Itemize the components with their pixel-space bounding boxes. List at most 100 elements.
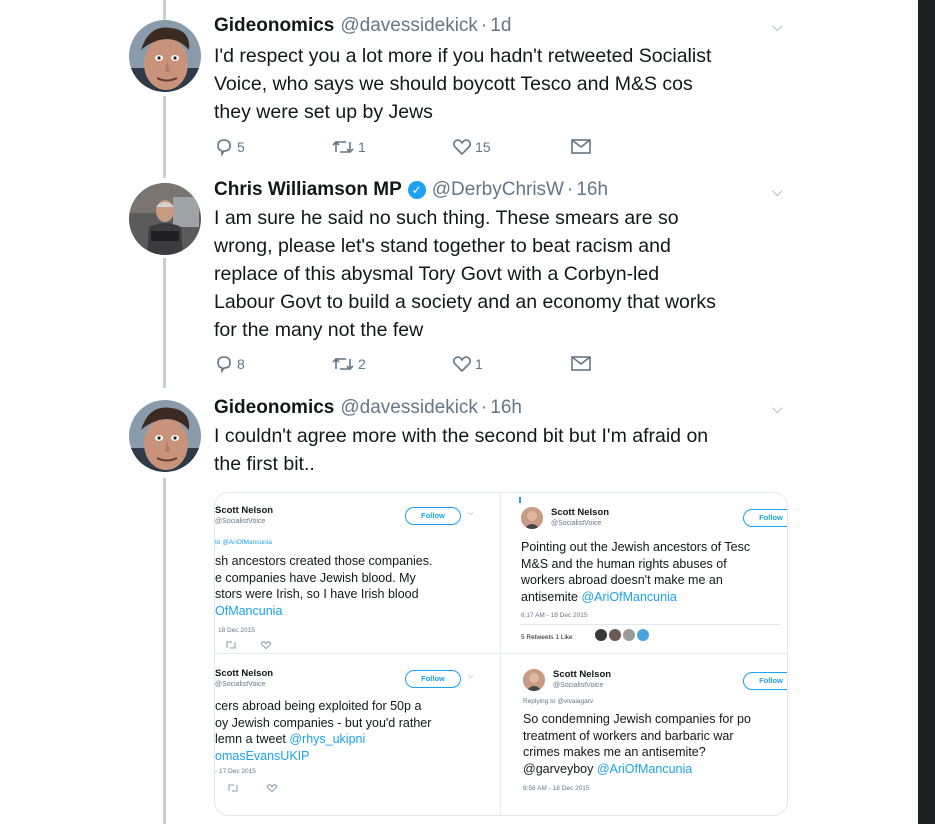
retweet-count: 1 [358, 139, 366, 155]
screenshot-top-right: Scott Nelson @SocialistVoice Follow Poin… [501, 493, 787, 654]
embedded-avatar [521, 507, 543, 529]
envelope-icon [571, 356, 591, 371]
screenshot-top-left: Scott Nelson @SocialistVoice Follow ⌵ to… [215, 493, 501, 654]
heart-icon [266, 784, 277, 793]
tweet-3-header: Gideonomics @davessidekick · 16h [214, 397, 522, 419]
avatar-chris-williamson[interactable] [129, 183, 201, 255]
embedded-actions [227, 784, 277, 794]
collage-divider-vertical [500, 493, 501, 815]
timestamp[interactable]: 16h [576, 179, 608, 200]
tweet-1-text: I'd respect you a lot more if you hadn't… [214, 42, 794, 126]
retweet-button[interactable]: 2 [331, 354, 366, 374]
separator-dot: · [480, 15, 488, 36]
reply-count: 5 [237, 139, 245, 155]
display-name[interactable]: Gideonomics [214, 15, 334, 36]
user-handle[interactable]: @davessidekick [340, 397, 478, 418]
screenshot-bottom-left: Scott Nelson @SocialistVoice Follow ⌵ ce… [215, 654, 501, 815]
text-line: the first bit.. [214, 453, 315, 475]
text-line: e companies have Jewish blood. My [215, 570, 416, 585]
reply-button[interactable]: 5 [214, 137, 245, 157]
embedded-date: - 17 Dec 2015 [215, 768, 256, 775]
text-line: M&S and the human rights abuses of [521, 556, 727, 571]
embedded-date: 6:17 AM - 18 Dec 2015 [521, 612, 588, 619]
embedded-text: So condemning Jewish companies for po tr… [523, 711, 751, 777]
text-line: Voice, who says we should boycott Tesco … [214, 73, 693, 95]
window-edge [918, 0, 935, 824]
timestamp[interactable]: 1d [490, 15, 511, 36]
embedded-handle: @SocialistVoice [215, 518, 266, 525]
chevron-down-icon[interactable]: ⌵ [772, 18, 783, 35]
embedded-name: Scott Nelson [553, 669, 612, 680]
chevron-down-icon[interactable]: ⌵ [772, 400, 783, 417]
separator-dot: · [480, 397, 488, 418]
text-line: stors were Irish, so I have Irish blood [215, 587, 419, 601]
text-line: lemn a tweet @rhys_ukipni [215, 732, 366, 746]
mention: @rhys_ukipni [289, 732, 366, 746]
embedded-name: Scott Nelson [215, 668, 274, 679]
tweet-3-text: I couldn't agree more with the second bi… [214, 422, 794, 478]
tweet-1[interactable]: Gideonomics @davessidekick · 1d ⌵ I'd respe… [0, 0, 918, 175]
reply-icon [217, 139, 231, 157]
text-line: oy Jewish companies - but you'd rather [215, 715, 432, 730]
retweet-icon [226, 641, 236, 649]
thread-mark [519, 497, 521, 503]
like-button[interactable]: 15 [452, 137, 491, 157]
text-line: workers abroad doesn't make me an [521, 573, 723, 587]
embedded-actions [225, 641, 271, 651]
tweet-2-text: I am sure he said no such thing. These s… [214, 204, 794, 344]
embedded-avatar [523, 669, 545, 691]
heart-icon [452, 139, 472, 156]
user-handle[interactable]: @davessidekick [340, 15, 478, 36]
text-line: they were set up by Jews [214, 101, 433, 123]
text-line: I couldn't agree more with the second bi… [214, 425, 709, 447]
verified-badge-icon: ✓ [407, 181, 426, 199]
embedded-handle: @SocialistVoice [551, 520, 602, 527]
timestamp[interactable]: 16h [490, 397, 522, 418]
text-line: replace of this abysmal Tory Govt with a… [214, 263, 660, 285]
text-line: crimes makes me an antisemite? [523, 745, 706, 759]
avatar-gideonomics[interactable] [129, 400, 201, 472]
embedded-text: sh ancestors created those companies. e … [215, 553, 432, 619]
tweet-1-header: Gideonomics @davessidekick · 1d [214, 15, 511, 37]
user-handle[interactable]: @DerbyChrisW [432, 179, 564, 200]
text-line: @garveyboy @AriOfMancunia [523, 761, 693, 776]
mention: OfMancunia [215, 603, 283, 618]
follow-button: Follow [405, 670, 461, 688]
reply-button[interactable]: 8 [214, 354, 245, 374]
retweet-icon [228, 784, 238, 792]
mention: omasEvansUKIP [215, 748, 310, 763]
avatar-gideonomics[interactable] [129, 20, 201, 92]
follow-button: Follow [405, 507, 461, 525]
screenshot-bottom-right: Scott Nelson @SocialistVoice Follow Repl… [501, 654, 787, 815]
embedded-name: Scott Nelson [215, 505, 274, 516]
retweet-icon [332, 357, 354, 371]
embedded-text: Pointing out the Jewish ancestors of Tes… [521, 539, 750, 605]
follow-button: Follow [743, 672, 787, 690]
mention: @AriOfMancunia [581, 589, 677, 604]
tweet-2[interactable]: Chris Williamson MP ✓ @DerbyChrisW · 16h ⌵ I… [0, 175, 918, 390]
retweet-button[interactable]: 1 [331, 137, 366, 157]
tweet-3-image-collage[interactable]: Scott Nelson @SocialistVoice Follow ⌵ to… [214, 492, 788, 816]
replying-to: to @AriOfMancunia [215, 539, 272, 546]
reply-icon [217, 356, 231, 374]
like-button[interactable]: 1 [452, 354, 483, 374]
display-name[interactable]: Chris Williamson MP [214, 179, 402, 200]
message-button[interactable] [570, 137, 592, 155]
display-name[interactable]: Gideonomics [214, 397, 334, 418]
message-button[interactable] [570, 354, 592, 372]
chevron-down-icon[interactable]: ⌵ [772, 183, 783, 200]
reply-count: 8 [237, 356, 245, 372]
engagement-counts: 5 Retweets 1 Like [521, 634, 573, 641]
text-line: wrong, please let's stand together to be… [214, 235, 671, 257]
tweet-2-header: Chris Williamson MP ✓ @DerbyChrisW · 16h [214, 179, 608, 201]
like-count: 15 [475, 139, 491, 155]
text-line: Pointing out the Jewish ancestors of Tes… [521, 540, 751, 554]
replying-to: Replying to @vivaiagarv [523, 698, 594, 705]
text-line: antisemite @AriOfMancunia [521, 589, 677, 604]
heart-icon [260, 641, 271, 650]
text-line: treatment of workers and barbaric war [523, 728, 734, 743]
text-line: So condemning Jewish companies for po [523, 712, 751, 726]
mention: @AriOfMancunia [596, 761, 693, 776]
retweet-count: 2 [358, 356, 366, 372]
text-line: I am sure he said no such thing. These s… [214, 207, 679, 229]
